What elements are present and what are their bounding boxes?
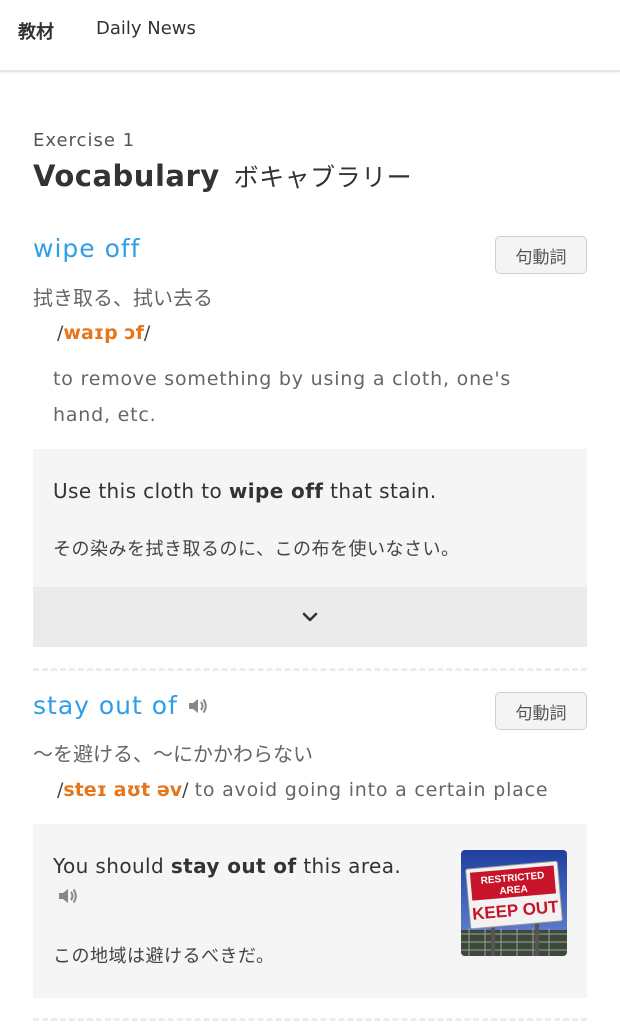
exercise-title: Vocabulary ボキャブラリー [33,158,412,194]
ipa-text: waɪp ɔf [63,322,144,344]
example-text: this area. [296,854,402,878]
ipa-pronunciation: /steɪ aʊt əv/ to avoid going into a cert… [57,779,549,801]
example-sentence-en: Use this cloth to wipe off that stain. [53,479,437,503]
speaker-icon[interactable] [57,886,79,910]
top-nav: 教材 Daily News [0,0,620,72]
definition: to avoid going into a certain place [194,779,549,801]
chevron-down-icon [302,612,318,622]
meaning-jp: 拭き取る、拭い去る [33,286,213,310]
example-text: that stain. [323,479,437,503]
tab-daily-news[interactable]: Daily News [96,18,196,39]
pos-badge: 句動詞 [495,692,587,730]
ipa-pronunciation: /waɪp ɔf/ [57,322,151,344]
example-sentence-jp: その染みを拭き取るのに、この布を使いなさい。 [53,539,460,560]
exercise-title-en: Vocabulary [33,159,220,193]
meaning-jp: 〜を避ける、〜にかかわらない [33,742,313,766]
example-box: You should stay out of this area. この地域は避… [33,824,587,998]
example-box: Use this cloth to wipe off that stain. そ… [33,449,587,647]
headword-stay-out-of: stay out of [33,691,209,722]
example-sentence-jp: この地域は避けるべきだ。 [53,946,275,967]
exercise-label: Exercise 1 [33,130,136,151]
example-keyword: wipe off [228,479,324,503]
example-text: You should [53,854,171,878]
pos-badge: 句動詞 [495,236,587,274]
headword-wipe-off: wipe off [33,234,141,263]
expand-button[interactable] [33,587,587,647]
exercise-title-jp: ボキャブラリー [233,163,413,192]
divider [33,668,587,671]
example-keyword: stay out of [170,854,297,878]
example-image: RESTRICTED AREA KEEP OUT [461,850,567,956]
definition: to remove something by using a cloth, on… [53,368,512,426]
example-text: Use this cloth to [53,479,229,503]
headword-text: stay out of [33,691,178,720]
speaker-icon[interactable] [187,693,209,722]
example-sentence-en: You should stay out of this area. [53,854,401,878]
tab-textbook[interactable]: 教材 [18,18,54,44]
ipa-text: steɪ aʊt əv [63,779,183,801]
divider [33,1018,587,1021]
